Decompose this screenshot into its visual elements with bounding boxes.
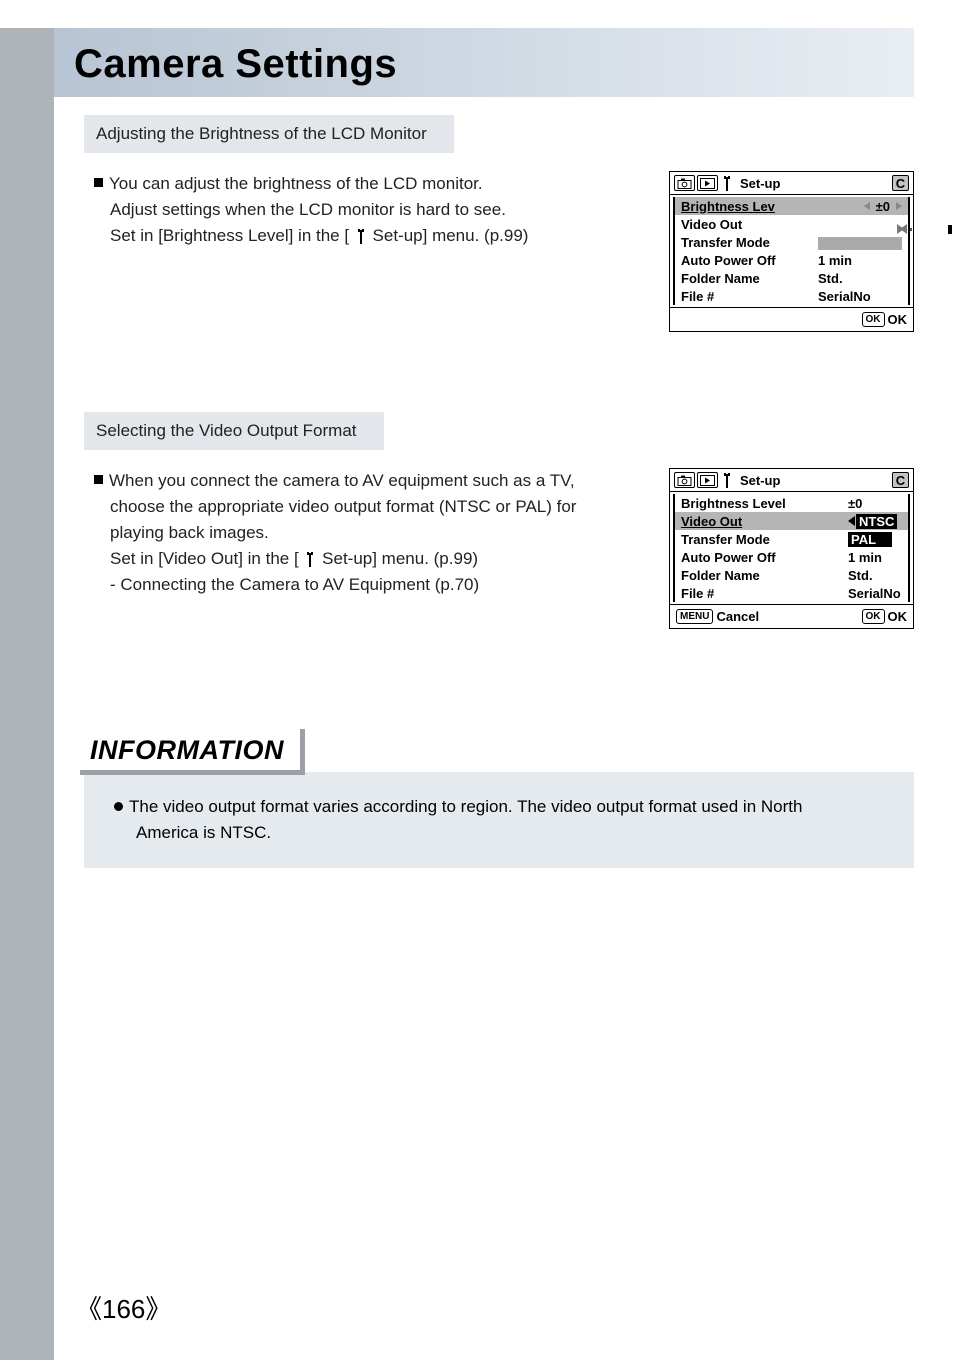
lcd-value: Std.: [818, 271, 902, 286]
information-heading: INFORMATION: [80, 729, 305, 775]
page-title: Camera Settings: [74, 42, 894, 87]
lcd-row-folder: Folder Name Std.: [675, 566, 908, 584]
arrow-right-icon: [896, 202, 902, 210]
lcd-tabrow: Set-up C: [670, 469, 913, 492]
lcd-body: Brightness Level ±0 Video Out NTSC Trans…: [673, 494, 910, 602]
lcd-row-autopower: Auto Power Off 1 min: [675, 251, 908, 269]
section-heading-video: Selecting the Video Output Format: [84, 412, 384, 450]
page-number: 《166》: [76, 1289, 171, 1326]
play-tab-icon: [697, 472, 718, 488]
title-band: Camera Settings: [54, 28, 914, 97]
c-tab-icon: C: [892, 175, 909, 191]
section-video: When you connect the camera to AV equipm…: [84, 468, 914, 629]
lcd-label: Video Out: [681, 514, 742, 529]
lcd-label: Transfer Mode: [681, 532, 770, 547]
lcd-menu-video: Set-up C Brightness Level ±0 Video Out N…: [669, 468, 914, 629]
text-line: playing back images.: [110, 523, 269, 542]
lcd-value: [818, 234, 902, 249]
lcd-value: Std.: [848, 568, 902, 583]
lcd-row-file: File # SerialNo: [675, 287, 908, 305]
square-bullet-icon: [94, 178, 103, 187]
information-box: INFORMATION The video output format vari…: [54, 729, 954, 868]
lcd-row-brightness: Brightness Level ±0: [675, 494, 908, 512]
camera-tab-icon: [674, 175, 695, 191]
lcd-label: Transfer Mode: [681, 235, 770, 250]
circle-bullet-icon: [114, 802, 123, 811]
lcd-label: Video Out: [681, 217, 742, 232]
ok-label: OK: [888, 312, 908, 327]
lcd-row-autopower: Auto Power Off 1 min: [675, 548, 908, 566]
square-bullet-icon: [94, 475, 103, 484]
lcd-value: NTSC: [848, 514, 902, 529]
lcd-row-file: File # SerialNo: [675, 584, 908, 602]
lcd-label: File #: [681, 586, 714, 601]
text-line: - Connecting the Camera to AV Equipment …: [110, 575, 479, 594]
lcd-label: Folder Name: [681, 271, 760, 286]
text-line: Adjust settings when the LCD monitor is …: [110, 200, 506, 219]
section-heading-brightness: Adjusting the Brightness of the LCD Moni…: [84, 115, 454, 153]
lcd-title: Set-up: [740, 473, 780, 488]
lcd-title: Set-up: [740, 176, 780, 191]
lcd-row-videoout: Video Out NTSC: [675, 512, 908, 530]
setup-tool-icon: [720, 472, 734, 488]
lcd-footer: MENU Cancel OK OK: [670, 604, 913, 628]
information-body: The video output format varies according…: [84, 772, 914, 868]
camera-tab-icon: [674, 472, 695, 488]
lcd-value: 1 min: [818, 253, 902, 268]
text-line: Set-up] menu. (p.99): [317, 549, 478, 568]
lcd-value: SerialNo: [818, 289, 902, 304]
lcd-row-videoout: Video Out: [675, 215, 908, 233]
info-line: America is NTSC.: [114, 823, 271, 842]
section-brightness: You can adjust the brightness of the LCD…: [84, 171, 914, 332]
ok-button-icon: OK: [862, 312, 885, 327]
text-line: Set in [Video Out] in the [: [110, 549, 303, 568]
c-tab-icon: C: [892, 472, 909, 488]
lcd-value: 1 min: [848, 550, 902, 565]
lcd-row-transfer: Transfer Mode PAL: [675, 530, 908, 548]
lcd-tabrow: Set-up C: [670, 172, 913, 195]
text-line: When you connect the camera to AV equipm…: [109, 471, 575, 490]
lcd-body: Brightness Lev ±0 Video Out Transfer Mod…: [673, 197, 910, 305]
lcd-row-brightness: Brightness Lev ±0: [675, 197, 908, 215]
lcd-label: Brightness Lev: [681, 199, 775, 214]
play-tab-icon: [697, 175, 718, 191]
lcd-value: PAL: [848, 532, 902, 547]
section-text: You can adjust the brightness of the LCD…: [84, 171, 649, 249]
arrow-left-icon: [864, 202, 870, 210]
ok-label: OK: [888, 609, 908, 624]
lcd-label: Brightness Level: [681, 496, 786, 511]
lcd-row-folder: Folder Name Std.: [675, 269, 908, 287]
text-line: Set-up] menu. (p.99): [368, 226, 529, 245]
lcd-menu-brightness: Set-up C Brightness Lev ±0 Video Out: [669, 171, 914, 332]
text-line: Set in [Brightness Level] in the [: [110, 226, 354, 245]
lcd-value: ±0: [848, 496, 902, 511]
lcd-row-transfer: Transfer Mode: [675, 233, 908, 251]
ok-button-icon: OK: [862, 609, 885, 624]
lcd-footer: OK OK: [670, 307, 913, 331]
info-line: The video output format varies according…: [129, 797, 802, 816]
cancel-label: Cancel: [716, 609, 759, 624]
menu-button-icon: MENU: [676, 609, 713, 624]
setup-tool-icon: [303, 551, 317, 567]
lcd-label: Folder Name: [681, 568, 760, 583]
section-text: When you connect the camera to AV equipm…: [84, 468, 649, 598]
setup-tool-icon: [354, 228, 368, 244]
lcd-label: Auto Power Off: [681, 550, 776, 565]
text-line: choose the appropriate video output form…: [110, 497, 576, 516]
setup-tool-icon: [720, 175, 734, 191]
lcd-label: File #: [681, 289, 714, 304]
lcd-label: Auto Power Off: [681, 253, 776, 268]
text-line: You can adjust the brightness of the LCD…: [109, 174, 483, 193]
lcd-value: ±0: [864, 199, 902, 214]
lcd-value: SerialNo: [848, 586, 902, 601]
arrow-left-icon: [848, 516, 855, 526]
